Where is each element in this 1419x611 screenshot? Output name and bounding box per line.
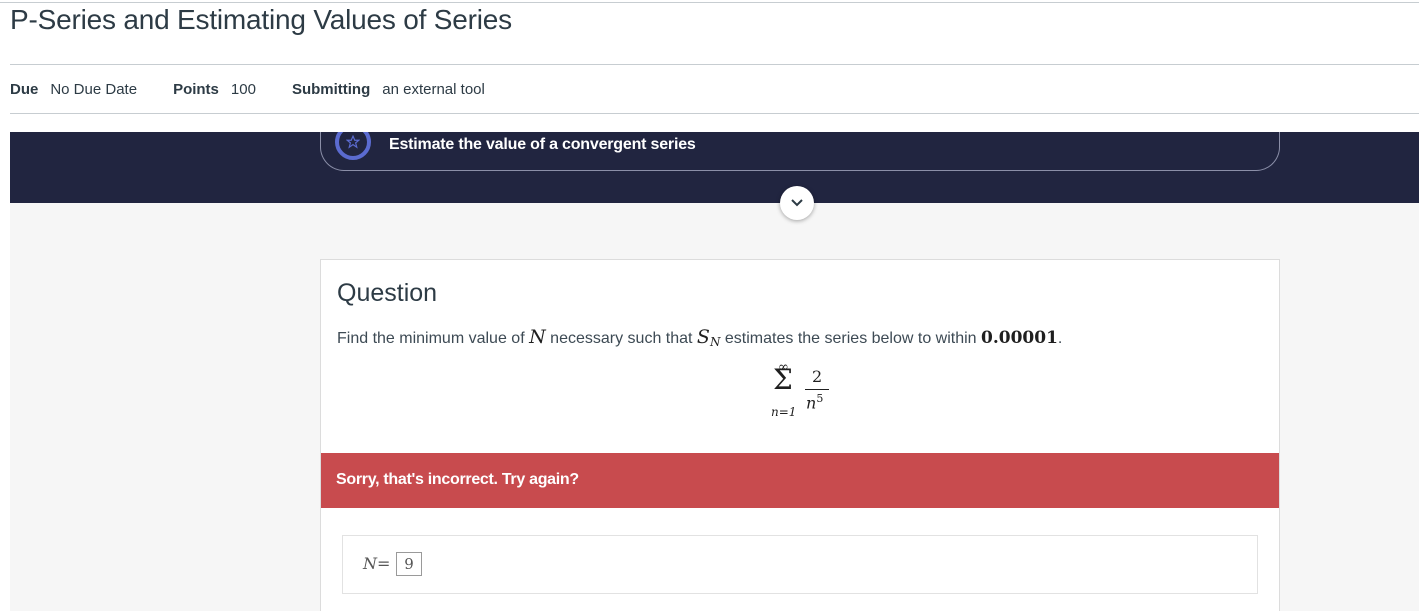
expand-toggle-button[interactable] — [780, 186, 814, 220]
answer-equals: = — [377, 554, 391, 573]
due-label: Due — [10, 80, 39, 98]
top-divider — [0, 2, 1419, 3]
tolerance-value: 0.00001 — [981, 328, 1058, 348]
assignment-details: Due No Due Date Points 100 Submitting an… — [10, 79, 521, 99]
fraction-numerator: 2 — [812, 367, 823, 386]
answer-label: N= — [363, 554, 390, 573]
var-S-base: S — [696, 326, 710, 348]
prompt-text-1: Find the minimum value of — [337, 330, 525, 347]
sum-lower-limit: n=1 — [771, 405, 797, 419]
denominator-base: n — [806, 393, 817, 413]
fraction-bar — [805, 389, 829, 390]
title-divider — [10, 64, 1419, 65]
due-value: No Due Date — [50, 80, 138, 98]
fraction-denominator: n5 — [806, 392, 823, 412]
series-formula: ∞ Σ n=1 2 n5 — [766, 360, 846, 426]
submitting-label: Submitting — [291, 80, 371, 98]
prompt-period: . — [1057, 330, 1063, 347]
submitting-value: an external tool — [382, 80, 485, 98]
objective-banner: Estimate the value of a convergent serie… — [10, 132, 1419, 203]
external-tool-frame: Estimate the value of a convergent serie… — [10, 132, 1419, 611]
prompt-text-3: estimates the series below to within — [724, 330, 977, 347]
answer-area: N= — [342, 535, 1258, 594]
question-heading: Question — [337, 279, 438, 307]
points-value: 100 — [230, 80, 256, 98]
denominator-exponent: 5 — [816, 392, 824, 405]
answer-var: N — [363, 554, 377, 573]
points-label: Points — [173, 80, 219, 98]
due-info: Due No Due Date — [10, 81, 137, 98]
prompt-text-2: necessary such that — [550, 330, 693, 347]
var-S: SN — [696, 326, 721, 349]
details-divider — [10, 113, 1419, 114]
sigma-symbol: Σ — [773, 363, 793, 396]
answer-input[interactable] — [396, 552, 422, 576]
page-title: P-Series and Estimating Values of Series — [10, 4, 512, 35]
var-S-subscript: N — [709, 335, 721, 349]
points-info: Points 100 — [173, 81, 256, 98]
question-prompt: Find the minimum value of N necessary su… — [337, 326, 1062, 349]
feedback-message: Sorry, that's incorrect. Try again? — [336, 471, 579, 488]
var-N: N — [529, 326, 546, 348]
chevron-down-icon — [791, 199, 803, 207]
star-icon — [335, 132, 371, 160]
question-card: Question Find the minimum value of N nec… — [320, 259, 1280, 611]
objective-text: Estimate the value of a convergent serie… — [389, 136, 696, 153]
feedback-banner: Sorry, that's incorrect. Try again? — [321, 453, 1279, 508]
submitting-info: Submitting an external tool — [292, 81, 485, 98]
objective-pill: Estimate the value of a convergent serie… — [320, 132, 1280, 171]
